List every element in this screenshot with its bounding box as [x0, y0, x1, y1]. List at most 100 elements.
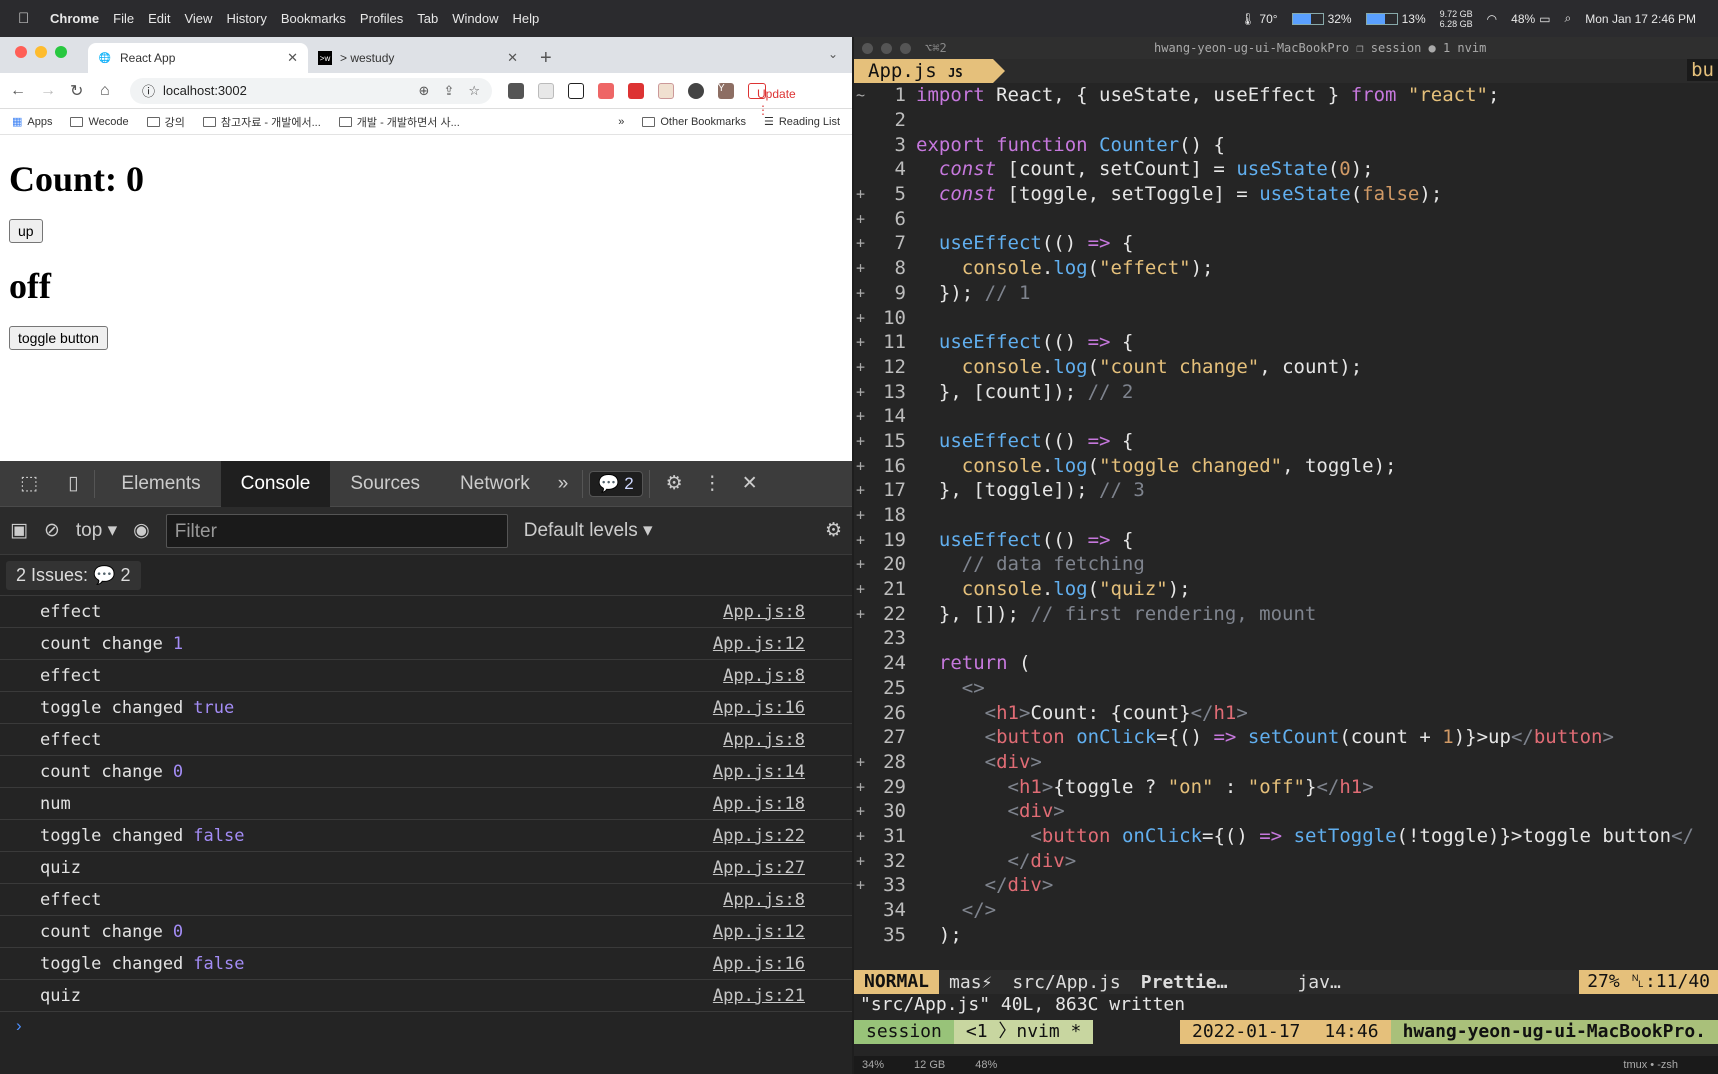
tab-elements[interactable]: Elements: [101, 461, 220, 507]
source-link[interactable]: App.js:8: [723, 730, 805, 750]
apple-icon[interactable]: : [18, 10, 38, 27]
clipper-extension-icon[interactable]: [658, 82, 674, 99]
menu-bookmarks[interactable]: Bookmarks: [281, 11, 346, 26]
menu-window[interactable]: Window: [452, 11, 498, 26]
tab-network[interactable]: Network: [440, 461, 550, 507]
close-window-button[interactable]: [862, 42, 873, 54]
source-link[interactable]: App.js:18: [713, 794, 805, 814]
bookmark-references[interactable]: 참고자료 - 개발에서...: [202, 114, 321, 130]
source-link[interactable]: App.js:12: [713, 634, 805, 654]
console-prompt[interactable]: ›: [0, 1012, 852, 1040]
datetime[interactable]: Mon Jan 17 2:46 PM: [1585, 12, 1696, 26]
red-extension-icon[interactable]: [598, 82, 614, 99]
close-tab-icon[interactable]: ✕: [507, 50, 518, 66]
forward-arrow-icon[interactable]: →: [40, 82, 56, 100]
bookmark-apps[interactable]: ▦ Apps: [12, 115, 52, 129]
shield-extension-icon[interactable]: [508, 82, 524, 99]
wifi-icon[interactable]: ◠: [1487, 12, 1497, 26]
bookmark-lecture[interactable]: 강의: [146, 114, 185, 130]
marker-extension-icon[interactable]: [628, 82, 644, 99]
device-toggle-icon[interactable]: ▯: [58, 461, 88, 507]
issues-badge[interactable]: 💬 2: [589, 470, 643, 497]
toggle-button[interactable]: toggle button: [9, 326, 108, 350]
menu-app-name[interactable]: Chrome: [50, 11, 99, 26]
tab-search-chevron-icon[interactable]: ⌄: [828, 47, 838, 61]
zoom-window-button[interactable]: [900, 42, 911, 54]
minimize-window-button[interactable]: [35, 46, 47, 58]
issues-link[interactable]: 2 Issues: 💬 2: [6, 560, 141, 590]
new-tab-button[interactable]: +: [540, 43, 552, 73]
battery-stat[interactable]: 48% ▭: [1511, 12, 1550, 26]
bookmarks-overflow-chevron[interactable]: »: [618, 116, 624, 128]
source-link[interactable]: App.js:16: [713, 698, 805, 718]
eye-icon[interactable]: ◉: [133, 519, 150, 542]
address-bar[interactable]: ⓘ localhost:3002 ⊕ ⇪ ☆: [130, 77, 492, 104]
puzzle-icon[interactable]: [688, 82, 704, 99]
reading-list[interactable]: ☰ Reading List: [764, 115, 840, 129]
cpu-stat[interactable]: 32%: [1291, 12, 1352, 26]
close-tab-icon[interactable]: ✕: [287, 50, 298, 66]
menu-history[interactable]: History: [226, 11, 266, 26]
memory-stat[interactable]: 13%: [1365, 12, 1426, 26]
back-arrow-icon[interactable]: ←: [10, 82, 26, 100]
bookmark-wecode[interactable]: Wecode: [70, 116, 129, 128]
temperature-stat[interactable]: 🌡 70°: [1240, 12, 1277, 26]
profile-avatar[interactable]: Y: [718, 82, 734, 99]
menu-bar:  Chrome File Edit View History Bookmark…: [0, 0, 1718, 37]
settings-gear-icon[interactable]: ⚙: [656, 461, 693, 507]
share-icon[interactable]: ⇪: [443, 83, 454, 99]
source-link[interactable]: App.js:27: [713, 858, 805, 878]
pen-extension-icon[interactable]: [538, 82, 554, 99]
tab-react-app[interactable]: 🌐 React App ✕: [88, 43, 308, 73]
close-devtools-icon[interactable]: ✕: [732, 461, 768, 507]
home-icon[interactable]: ⌂: [100, 82, 114, 100]
kebab-menu-icon[interactable]: ⋮: [693, 461, 732, 507]
source-link[interactable]: App.js:8: [723, 890, 805, 910]
menu-profiles[interactable]: Profiles: [360, 11, 403, 26]
menu-tab[interactable]: Tab: [417, 11, 438, 26]
source-link[interactable]: App.js:8: [723, 602, 805, 622]
tab-console[interactable]: Console: [220, 460, 331, 507]
buffer-tab-right[interactable]: bu: [1687, 59, 1718, 81]
bookmark-other[interactable]: Other Bookmarks: [642, 116, 746, 128]
code-editor[interactable]: ~1 import React, { useState, useEffect } …: [854, 83, 1718, 970]
menu-view[interactable]: View: [184, 11, 212, 26]
more-tabs-chevron-icon[interactable]: »: [550, 461, 577, 507]
menu-file[interactable]: File: [113, 11, 134, 26]
zoom-window-button[interactable]: [55, 46, 67, 58]
up-button[interactable]: up: [9, 219, 43, 243]
tab-westudy[interactable]: >w > westudy ✕: [308, 43, 528, 73]
filter-input[interactable]: Filter: [165, 513, 508, 548]
source-link[interactable]: App.js:12: [713, 922, 805, 942]
reload-icon[interactable]: ↻: [70, 81, 84, 101]
context-select[interactable]: top ▾: [76, 519, 117, 542]
update-button[interactable]: Update⋮: [748, 82, 796, 117]
filetype: jav…: [1297, 971, 1341, 993]
star-icon[interactable]: ☆: [468, 83, 480, 99]
source-link[interactable]: App.js:22: [713, 826, 805, 846]
source-link[interactable]: App.js:14: [713, 762, 805, 782]
tab-sources[interactable]: Sources: [330, 461, 440, 507]
close-window-button[interactable]: [15, 46, 27, 58]
log-levels-select[interactable]: Default levels ▾: [524, 519, 653, 542]
info-icon[interactable]: ⓘ: [142, 81, 155, 100]
source-link[interactable]: App.js:16: [713, 954, 805, 974]
sidebar-toggle-icon[interactable]: ▣: [10, 519, 28, 542]
minimize-window-button[interactable]: [881, 42, 892, 54]
notion-extension-icon[interactable]: [568, 82, 584, 99]
buffer-tab[interactable]: App.js JS: [854, 59, 1005, 83]
tmux-window[interactable]: <1 〉nvim *: [953, 1020, 1094, 1044]
console-settings-gear-icon[interactable]: ⚙: [825, 519, 842, 542]
inspect-element-icon[interactable]: ⬚: [0, 461, 58, 507]
tmux-session[interactable]: session: [854, 1020, 954, 1044]
source-link[interactable]: App.js:8: [723, 666, 805, 686]
shortcut-label: ⌥⌘2: [925, 41, 947, 55]
clear-console-icon[interactable]: ⊘: [44, 519, 60, 542]
search-icon[interactable]: ⌕: [1565, 11, 1572, 26]
menu-help[interactable]: Help: [513, 11, 540, 26]
storage-stat[interactable]: 9.72 GB 6.28 GB: [1440, 9, 1473, 29]
source-link[interactable]: App.js:21: [713, 986, 805, 1006]
menu-edit[interactable]: Edit: [148, 11, 170, 26]
zoom-icon[interactable]: ⊕: [419, 83, 430, 99]
bookmark-dev[interactable]: 개발 - 개발하면서 사...: [338, 114, 460, 130]
